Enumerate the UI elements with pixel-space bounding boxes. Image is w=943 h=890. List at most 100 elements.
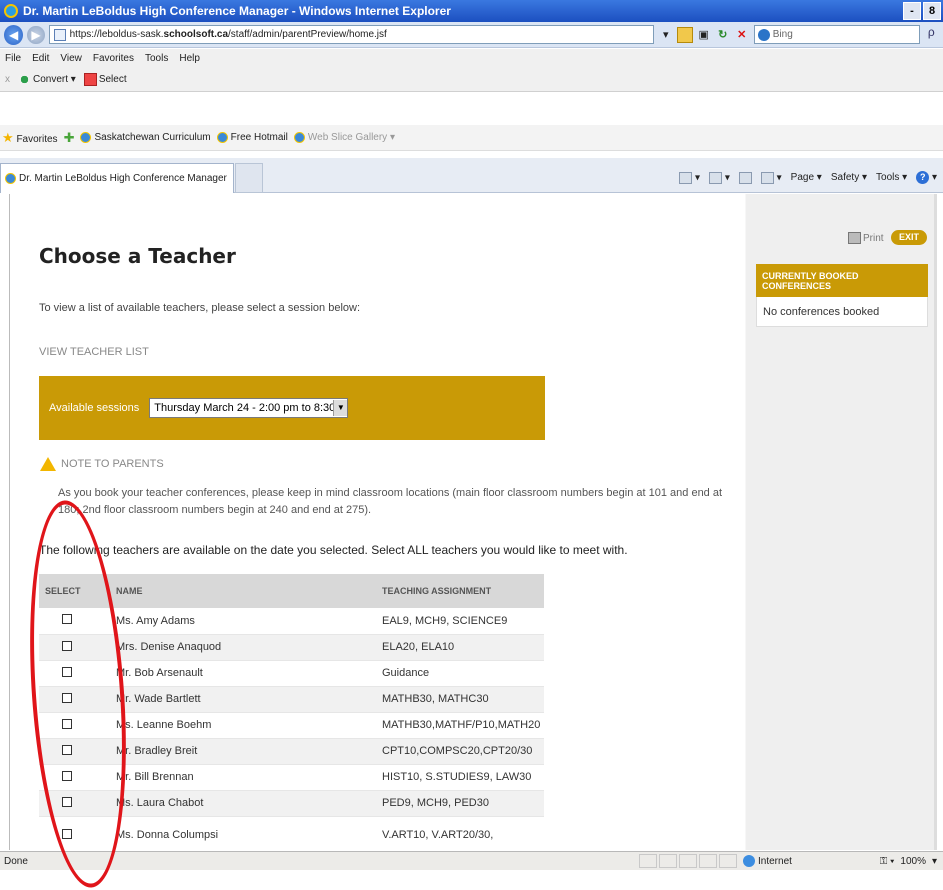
search-input[interactable]: Bing — [753, 25, 920, 44]
teacher-checkbox[interactable] — [61, 796, 72, 807]
favorites-button[interactable]: ★ Favorites — [2, 130, 58, 146]
home-button[interactable]: ▾ — [679, 171, 700, 184]
status-pane — [699, 854, 717, 868]
help-button[interactable]: ? ▾ — [916, 171, 937, 184]
teacher-checkbox[interactable] — [61, 666, 72, 677]
home-icon — [679, 171, 693, 184]
tab-bar: Dr. Martin LeBoldus High Conference Mana… — [0, 158, 943, 193]
menu-bar: File Edit View Favorites Tools Help — [0, 49, 943, 68]
fav-link-web-slice[interactable]: Web Slice Gallery ▾ — [293, 131, 395, 144]
note-heading: NOTE TO PARENTS — [40, 457, 164, 471]
header-name: NAME — [94, 574, 376, 608]
sessions-label: Available sessions — [49, 402, 140, 414]
stop-icon[interactable]: ✕ — [734, 27, 750, 43]
chevron-down-icon[interactable]: ▾ — [932, 856, 937, 867]
lock-icon[interactable] — [676, 26, 693, 43]
booked-conferences-empty: No conferences booked — [756, 297, 928, 327]
teacher-checkbox[interactable] — [61, 614, 72, 625]
menu-help[interactable]: Help — [179, 53, 200, 64]
close-toolbar-button[interactable]: x — [5, 74, 10, 85]
view-teacher-list-link[interactable]: VIEW TEACHER LIST — [39, 346, 149, 358]
refresh-icon[interactable]: ↻ — [715, 27, 731, 43]
teacher-checkbox[interactable] — [61, 640, 72, 651]
protected-mode-icon[interactable]: ⚿ ▾ — [880, 856, 895, 867]
feeds-button[interactable]: ▾ — [709, 171, 730, 184]
sessions-bar: Available sessions Thursday March 24 - 2… — [39, 376, 545, 440]
status-pane — [679, 854, 697, 868]
warning-icon — [40, 457, 56, 471]
ie-page-icon — [216, 131, 228, 143]
table-row: Ms. Leanne Boehm MATHB30,MATHF/P10,MATH2… — [39, 712, 544, 739]
search-go-icon[interactable]: ρ — [924, 25, 939, 44]
menu-view[interactable]: View — [60, 53, 82, 64]
teacher-name: Mrs. Denise Anaquod — [94, 634, 376, 661]
table-row: Mrs. Denise Anaquod ELA20, ELA10 — [39, 634, 544, 661]
teacher-name: Mr. Bill Brennan — [94, 764, 376, 791]
menu-tools[interactable]: Tools — [145, 53, 168, 64]
menu-favorites[interactable]: Favorites — [93, 53, 134, 64]
mail-button[interactable] — [738, 171, 752, 184]
add-favorite-icon[interactable]: ✚ — [64, 130, 75, 146]
fav-link-saskatchewan[interactable]: Saskatchewan Curriculum — [80, 131, 211, 143]
print-toolbar-button[interactable]: ▾ — [760, 171, 782, 184]
table-row: Ms. Amy Adams EAL9, MCH9, SCIENCE9 — [39, 608, 544, 635]
favorites-label: Favorites — [16, 133, 58, 145]
tab-conference-manager[interactable]: Dr. Martin LeBoldus High Conference Mana… — [0, 163, 234, 193]
chevron-down-icon[interactable]: ▼ — [333, 400, 348, 416]
below-window-area — [0, 870, 943, 890]
menu-file[interactable]: File — [5, 53, 21, 64]
maximize-button[interactable]: 8 — [923, 2, 941, 20]
teacher-checkbox[interactable] — [61, 718, 72, 729]
tab-label: Dr. Martin LeBoldus High Conference Mana… — [19, 173, 227, 184]
status-pane — [659, 854, 677, 868]
table-header-row: SELECT NAME TEACHING ASSIGNMENT — [39, 574, 544, 608]
ie-page-icon — [5, 173, 16, 184]
convert-icon — [18, 73, 31, 86]
tools-menu[interactable]: Tools ▾ — [876, 172, 907, 183]
page-menu[interactable]: Page ▾ — [791, 172, 822, 183]
status-bar: Done Internet ⚿ ▾ 100% ▾ — [0, 851, 943, 870]
security-zone[interactable]: Internet — [743, 855, 853, 867]
mail-icon — [738, 171, 752, 184]
vertical-scrollbar[interactable] — [934, 194, 937, 850]
exit-button[interactable]: EXIT — [891, 230, 927, 245]
teacher-checkbox[interactable] — [61, 770, 72, 781]
minimize-button[interactable]: - — [903, 2, 921, 20]
back-button[interactable]: ◀ — [4, 24, 24, 45]
new-tab-button[interactable] — [235, 163, 263, 193]
safety-menu-label: Safety — [830, 172, 860, 183]
convert-button[interactable]: Convert ▾ — [18, 73, 76, 86]
ie-page-icon — [80, 131, 92, 143]
teacher-checkbox[interactable] — [61, 828, 72, 839]
status-panes — [639, 854, 737, 868]
menu-edit[interactable]: Edit — [32, 53, 49, 64]
teacher-assignment: ELA20, ELA10 — [376, 634, 544, 661]
forward-button[interactable]: ▶ — [27, 25, 45, 44]
print-link[interactable]: Print — [848, 232, 884, 244]
teacher-name: Mr. Bradley Breit — [94, 738, 376, 765]
fav-link-label: Web Slice Gallery — [307, 132, 388, 144]
teacher-checkbox[interactable] — [61, 744, 72, 755]
status-text: Done — [4, 855, 28, 867]
dropdown-arrow-icon[interactable]: ▾ — [658, 27, 674, 43]
teacher-name: Ms. Laura Chabot — [94, 790, 376, 817]
session-select[interactable]: Thursday March 24 - 2:00 pm to 8:30 pm ▼ — [149, 398, 349, 418]
page-title: Choose a Teacher — [39, 244, 236, 268]
intro-text: To view a list of available teachers, pl… — [39, 302, 361, 314]
page-icon — [53, 28, 66, 41]
teacher-name: Ms. Leanne Boehm — [94, 712, 376, 739]
printer-icon — [848, 232, 861, 244]
search-placeholder: Bing — [772, 29, 793, 40]
fav-link-hotmail[interactable]: Free Hotmail — [216, 131, 288, 143]
compatibility-icon[interactable]: ▣ — [696, 27, 712, 43]
zoom-control[interactable]: ⚿ ▾ 100% ▾ — [853, 856, 943, 867]
header-select: SELECT — [39, 574, 94, 608]
url-input[interactable]: https://leboldus-sask.schoolsoft.ca/staf… — [48, 25, 654, 44]
main-content: Choose a Teacher To view a list of avail… — [10, 194, 745, 850]
teacher-assignment: EAL9, MCH9, SCIENCE9 — [376, 608, 544, 635]
safety-menu[interactable]: Safety ▾ — [831, 172, 867, 183]
teacher-checkbox[interactable] — [61, 692, 72, 703]
zoom-label: 100% — [900, 855, 926, 867]
select-button[interactable]: Select — [83, 73, 127, 86]
star-icon: ★ — [2, 129, 14, 145]
